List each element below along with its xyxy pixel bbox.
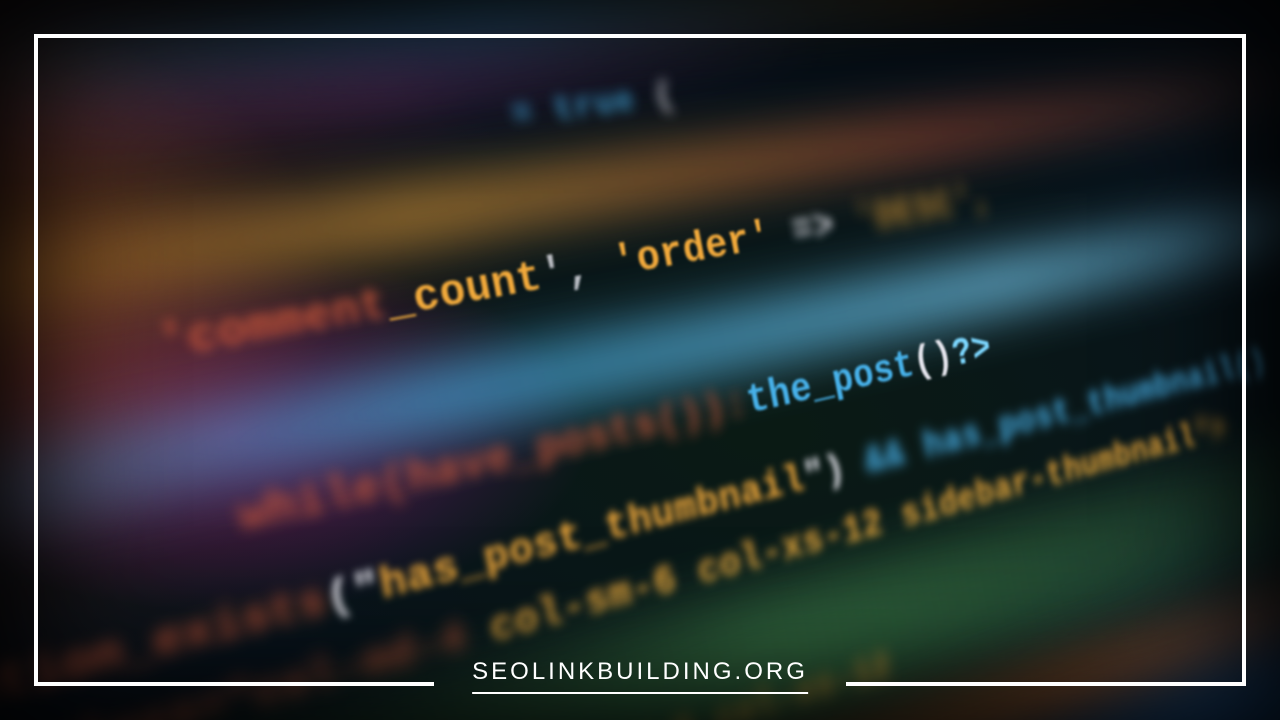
blur-streak [0,21,823,163]
frame-bottom-right [846,682,1246,686]
code-token-blur: && has_post_thumbnail() [841,342,1269,490]
frame [34,34,1246,686]
code-token: ' [746,215,776,263]
blur-streak [0,56,1280,358]
code-token: col-sm-6 [516,701,720,720]
code-token: the_post [743,344,918,426]
code-punct: => [767,201,859,260]
code-line: if(function_exists("has_post_thumbnail")… [0,282,1280,720]
code-plane: = true { 'comment_count', 'order' => 'DE… [0,0,1280,720]
code-line: = true { [0,0,1280,362]
code-token: = true [508,81,639,136]
frame-bottom-left [34,682,434,686]
vignette [0,0,1280,720]
code-punct: ") [800,447,849,501]
code-token-blur: while(have_posts()): [234,381,752,545]
photo-background: = true { 'comment_count', 'order' => 'DE… [0,0,1280,720]
code-token: ?> [949,327,995,378]
code-token: order [633,219,754,284]
code-token-blur: 'DESC', [851,178,995,245]
code-punct: (" [321,563,385,626]
code-line-focus: while(have_posts()):the_post()?> [0,216,1280,720]
blur-streak [0,0,1280,105]
code-token: col-sm-6 col-xs-12 sidebar-thumbnail [486,418,1199,655]
code-token-blur: 'comment [153,281,392,373]
code-punct: ', [537,242,619,302]
code-token-blur: <div class="col-md-4 [0,608,495,720]
code-token-blur: "> [1192,410,1230,456]
watermark: SEOLINKBUILDING.ORG [472,658,808,694]
code-token: has_post_thumbnail [376,457,809,612]
blur-streak [0,173,1280,615]
code-token: _count [382,255,546,331]
code-line-focus: 'comment_count', 'order' => 'DESC', [0,96,1280,606]
code-token: () [910,335,957,386]
code-token-blur: if(function_exists [0,576,331,720]
code-token: { [651,76,678,117]
code-token: ' [609,238,642,289]
